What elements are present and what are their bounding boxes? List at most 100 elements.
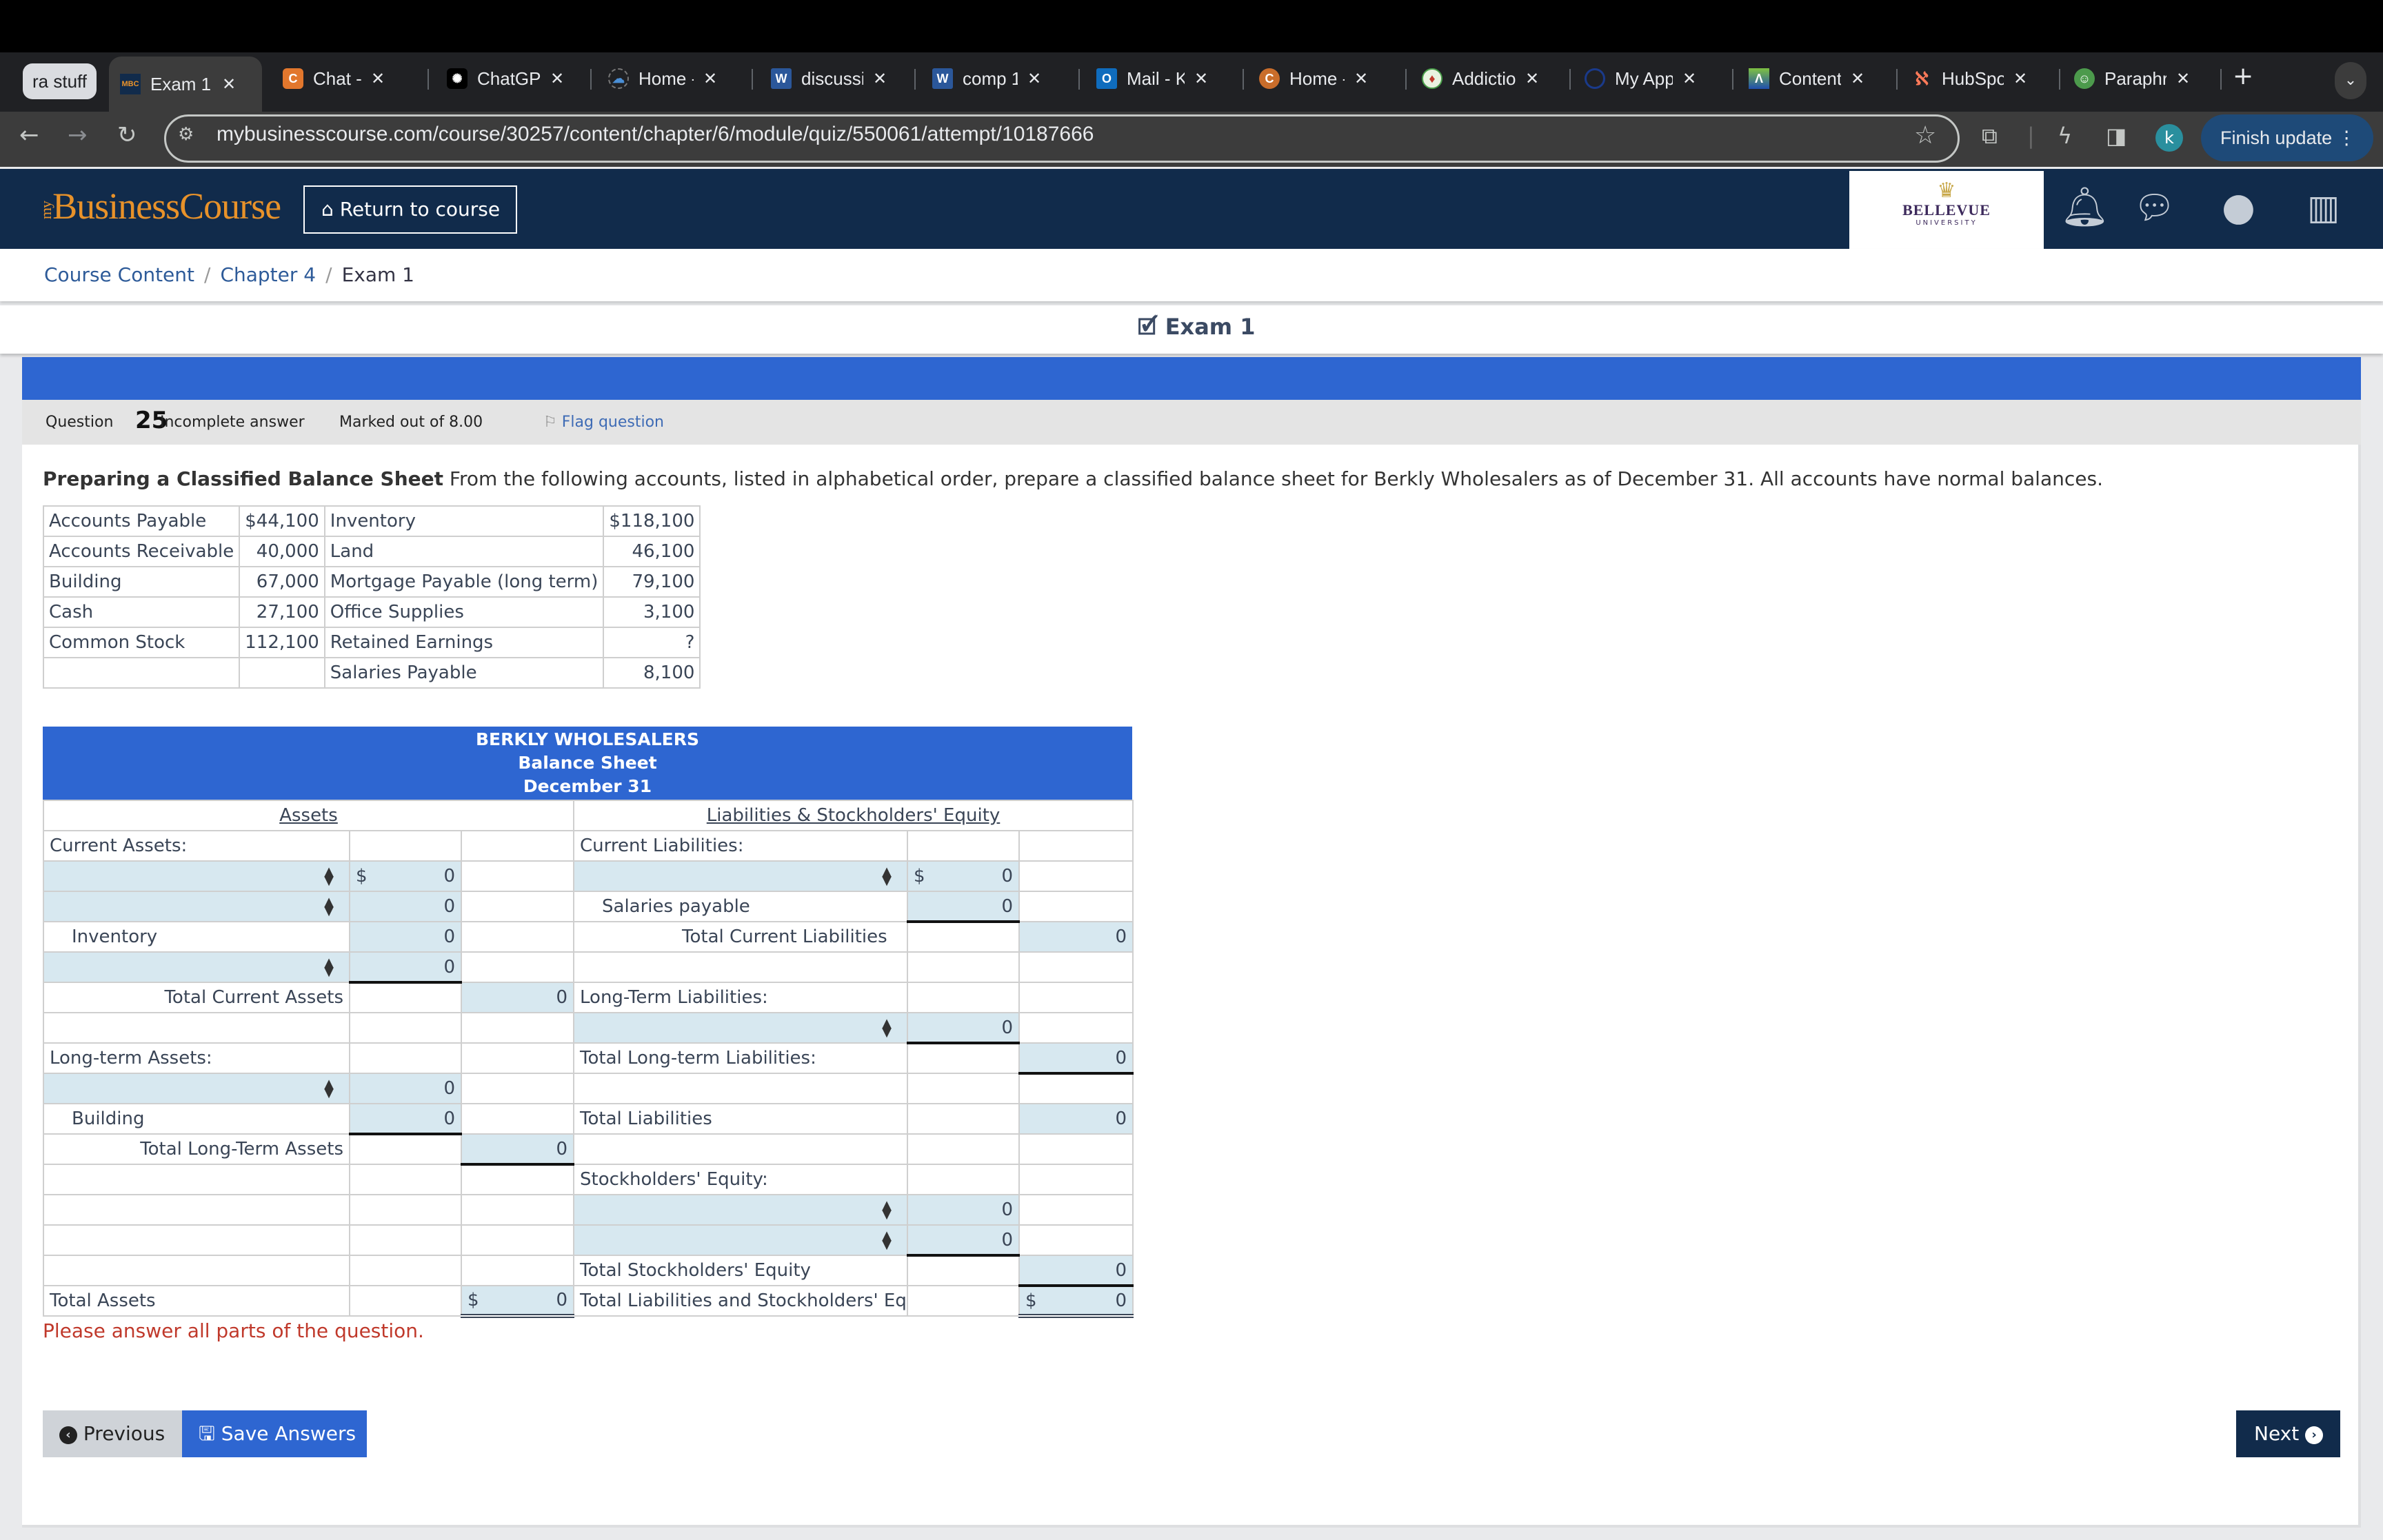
close-tab-icon[interactable]: ✕ (703, 69, 717, 89)
forward-arrow-icon[interactable]: → (68, 121, 88, 149)
account-row: Salaries Payable 8,100 (42, 657, 701, 689)
tab-hubspot[interactable]: ℵ HubSpot ✕ (1911, 58, 2027, 99)
help-chat-icon[interactable]: 💬︎ (2133, 183, 2175, 232)
current-liability-1-select[interactable]: ▲ ▼ (573, 860, 909, 892)
close-tab-icon[interactable]: ✕ (1194, 69, 1208, 89)
salaries-payable-input[interactable]: 0 (907, 891, 1020, 923)
return-to-course-button[interactable]: ⌂ Return to course (303, 185, 517, 234)
breadcrumb-chapter-4[interactable]: Chapter 4 (220, 263, 316, 286)
close-tab-icon[interactable]: ✕ (873, 69, 887, 89)
current-liability-1-input[interactable]: $0 (907, 860, 1020, 892)
longterm-liability-1-input[interactable]: 0 (907, 1012, 1020, 1044)
bellevue-crest-icon: ♛ (1937, 179, 1956, 203)
total-current-liabilities-input[interactable]: 0 (1018, 921, 1134, 953)
current-asset-1-input[interactable]: $0 (349, 860, 462, 892)
longterm-liability-1-select[interactable]: ▲ ▼ (573, 1012, 909, 1044)
current-asset-1-select[interactable]: ▲ ▼ (43, 860, 350, 892)
next-button[interactable]: Next › (2236, 1410, 2340, 1457)
close-tab-icon[interactable]: ✕ (1851, 69, 1864, 89)
empty-cell (907, 951, 1020, 983)
breadcrumb-course-content[interactable]: Course Content (44, 263, 194, 286)
mybusinesscourse-logo[interactable]: myBusinessCourse (37, 185, 281, 227)
equity-2-input[interactable]: 0 (907, 1224, 1020, 1257)
building-input[interactable]: 0 (349, 1103, 462, 1135)
total-longterm-assets-input[interactable]: 0 (460, 1133, 575, 1166)
close-tab-icon[interactable]: ✕ (1354, 69, 1368, 89)
total-current-assets-input[interactable]: 0 (460, 982, 575, 1013)
empty-cell (349, 982, 462, 1013)
select-arrows-icon: ▲ ▼ (324, 864, 334, 888)
tab-home-c[interactable]: C Home - ✕ (1259, 58, 1368, 99)
flag-question-link[interactable]: ⚐ Flag question (543, 414, 664, 431)
lightning-extension-icon[interactable]: ϟ (2058, 123, 2072, 149)
dollar-sign: $ (1025, 1290, 1037, 1311)
finish-update-button[interactable]: Finish update ⋮ (2201, 114, 2373, 161)
word-favicon-icon: W (932, 68, 953, 89)
current-asset-2-input[interactable]: 0 (349, 891, 462, 922)
new-tab-button[interactable]: + (2233, 62, 2253, 90)
total-longterm-liabilities-input[interactable]: 0 (1018, 1042, 1134, 1075)
url-text[interactable]: mybusinesscourse.com/course/30257/conten… (217, 123, 1094, 146)
tab-mail[interactable]: O Mail - Ke ✕ (1096, 58, 1208, 99)
previous-button[interactable]: ‹ Previous (43, 1410, 182, 1457)
tab-exam1[interactable]: MBC Exam 1 | ✕ (109, 57, 262, 112)
tab-search-chevron-icon[interactable]: ⌄ (2335, 62, 2366, 99)
close-tab-icon[interactable]: ✕ (1682, 69, 1696, 89)
tab-discussion[interactable]: W discussi ✕ (771, 58, 887, 99)
current-asset-4-select[interactable]: ▲ ▼ (43, 951, 350, 983)
tab-label: Exam 1 | (150, 73, 212, 94)
assets-header-cell: Assets (42, 800, 575, 831)
equity-1-select[interactable]: ▲ ▼ (573, 1194, 909, 1226)
empty-cell (460, 951, 575, 983)
extensions-icon[interactable]: ⧉ (1982, 123, 1998, 150)
close-tab-icon[interactable]: ✕ (1525, 69, 1539, 89)
close-tab-icon[interactable]: ✕ (2176, 69, 2190, 89)
site-info-icon[interactable]: ⚙ (178, 124, 194, 145)
inventory-input[interactable]: 0 (349, 921, 462, 953)
total-current-assets-label: Total Current Assets (43, 982, 350, 1013)
total-liabilities-equity-input[interactable]: $0 (1018, 1285, 1134, 1318)
bookmark-star-icon[interactable]: ☆ (1914, 121, 1936, 150)
table-row: Total Stockholders' Equity 0 (43, 1255, 1134, 1287)
tab-group-ra-stuff[interactable]: ra stuff (23, 63, 97, 99)
profile-avatar[interactable]: k (2155, 124, 2183, 152)
close-tab-icon[interactable]: ✕ (1027, 69, 1041, 89)
empty-cell (460, 1103, 575, 1135)
empty-cell (349, 1224, 462, 1256)
close-tab-icon[interactable]: ✕ (2013, 69, 2027, 89)
equity-2-select[interactable]: ▲ ▼ (573, 1224, 909, 1256)
question-prompt: Preparing a Classified Balance Sheet Fro… (43, 467, 2103, 490)
tab-chat[interactable]: C Chat - L ✕ (283, 58, 385, 99)
tab-addiction[interactable]: ♦ Addictio ✕ (1422, 58, 1539, 99)
total-liabilities-input[interactable]: 0 (1018, 1103, 1134, 1135)
user-account-icon[interactable]: ● (2222, 183, 2255, 232)
equity-1-input[interactable]: 0 (907, 1194, 1020, 1226)
close-tab-icon[interactable]: ✕ (222, 74, 236, 94)
tab-home-onedrive[interactable]: ☁ Home - ✕ (608, 58, 717, 99)
close-tab-icon[interactable]: ✕ (550, 69, 564, 89)
longterm-asset-1-select[interactable]: ▲ ▼ (43, 1073, 350, 1104)
longterm-asset-1-input[interactable]: 0 (349, 1073, 462, 1104)
empty-cell (460, 891, 575, 922)
total-assets-input[interactable]: $0 (460, 1285, 575, 1318)
tab-comp1[interactable]: W comp 1 ✕ (932, 58, 1041, 99)
reload-icon[interactable]: ↻ (117, 121, 137, 149)
tab-label: ChatGPT (477, 68, 541, 89)
tab-paraphrase[interactable]: ☺ Paraphra ✕ (2074, 58, 2190, 99)
sidebar-menu-icon[interactable]: ▥ (2307, 183, 2340, 232)
tab-my-apps[interactable]: My Apps ✕ (1585, 58, 1696, 99)
validation-warning: Please answer all parts of the question. (43, 1319, 424, 1342)
tab-chatgpt[interactable]: ✺ ChatGPT ✕ (447, 58, 564, 99)
side-panel-icon[interactable]: ◨ (2106, 123, 2126, 149)
notifications-bell-icon[interactable]: 🔔︎ (2060, 183, 2109, 232)
total-stockholders-equity-input[interactable]: 0 (1018, 1255, 1134, 1287)
close-tab-icon[interactable]: ✕ (371, 69, 385, 89)
current-asset-2-select[interactable]: ▲ ▼ (43, 891, 350, 922)
current-asset-4-input[interactable]: 0 (349, 951, 462, 984)
back-arrow-icon[interactable]: ← (19, 121, 39, 149)
empty-cell (907, 1255, 1020, 1286)
tab-content[interactable]: Λ Content ✕ (1749, 58, 1864, 99)
save-answers-button[interactable]: 🖫 Save Answers (182, 1410, 367, 1457)
select-arrows-icon: ▲ ▼ (882, 1016, 892, 1040)
flag-label: Flag question (561, 414, 664, 431)
